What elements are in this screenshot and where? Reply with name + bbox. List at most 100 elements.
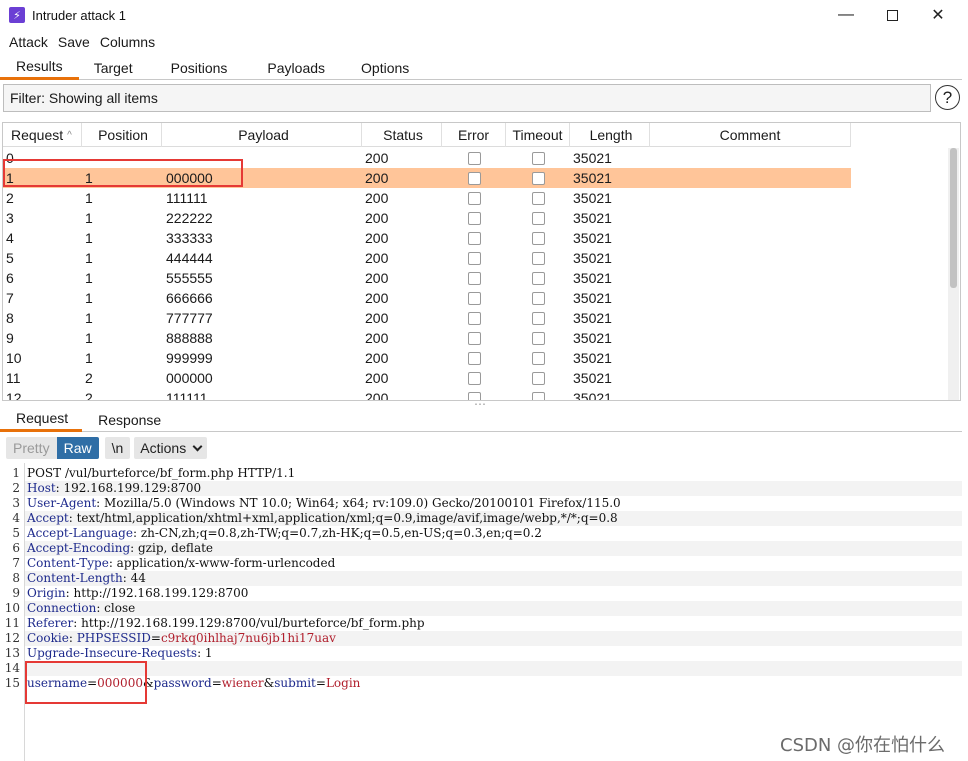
error-checkbox[interactable]	[467, 231, 481, 245]
filter-text: Filter: Showing all items	[10, 90, 158, 106]
table-row[interactable]: 4 1 333333 200 35021	[3, 228, 851, 248]
actions-dropdown[interactable]: Actions	[134, 437, 208, 459]
menu-save[interactable]: Save	[56, 34, 98, 50]
maximize-button[interactable]	[869, 0, 915, 30]
detail-tab-bar: Request Response	[0, 407, 962, 432]
timeout-checkbox[interactable]	[531, 391, 545, 400]
timeout-checkbox[interactable]	[531, 271, 545, 285]
close-button[interactable]: ✕	[915, 0, 961, 30]
table-row[interactable]: 8 1 777777 200 35021	[3, 308, 851, 328]
line-stripe	[25, 661, 962, 676]
header-separator: :	[132, 526, 141, 540]
error-checkbox[interactable]	[467, 171, 481, 185]
timeout-checkbox[interactable]	[531, 231, 545, 245]
line-number: 4	[12, 511, 20, 525]
tab-positions[interactable]: Positions	[153, 55, 252, 80]
filter-bar[interactable]: Filter: Showing all items	[3, 84, 931, 112]
header-name: Origin	[27, 586, 66, 600]
cell-status: 200	[365, 150, 389, 166]
cell-error	[442, 248, 506, 268]
timeout-checkbox[interactable]	[531, 151, 545, 165]
table-row[interactable]: 7 1 666666 200 35021	[3, 288, 851, 308]
error-checkbox[interactable]	[467, 291, 481, 305]
table-row[interactable]: 1 1 000000 200 35021	[3, 168, 851, 188]
header-separator: :	[68, 631, 77, 645]
table-row[interactable]: 9 1 888888 200 35021	[3, 328, 851, 348]
error-checkbox[interactable]	[467, 331, 481, 345]
timeout-checkbox[interactable]	[531, 351, 545, 365]
timeout-checkbox[interactable]	[531, 331, 545, 345]
help-icon[interactable]: ?	[935, 85, 960, 110]
raw-button[interactable]: Raw	[56, 437, 99, 459]
col-header-timeout[interactable]: Timeout	[506, 123, 570, 147]
minimize-button[interactable]: —	[823, 0, 869, 30]
timeout-checkbox[interactable]	[531, 171, 545, 185]
sort-ascending-icon: ^	[67, 129, 72, 141]
cell-payload: 000000	[166, 370, 213, 386]
tab-results[interactable]: Results	[0, 55, 79, 80]
table-row[interactable]: 0 200 35021	[3, 148, 851, 168]
timeout-checkbox[interactable]	[531, 291, 545, 305]
table-row[interactable]: 10 1 999999 200 35021	[3, 348, 851, 368]
table-row[interactable]: 5 1 444444 200 35021	[3, 248, 851, 268]
timeout-checkbox[interactable]	[531, 371, 545, 385]
col-header-error[interactable]: Error	[442, 123, 506, 147]
timeout-checkbox[interactable]	[531, 251, 545, 265]
col-header-comment[interactable]: Comment	[650, 123, 851, 147]
code-line: 13 Upgrade-Insecure-Requests: 1	[0, 646, 213, 661]
tab-response[interactable]: Response	[82, 407, 175, 432]
table-row[interactable]: 12 2 111111 200 35021	[3, 388, 851, 400]
table-scrollbar[interactable]	[948, 148, 959, 400]
error-checkbox[interactable]	[467, 371, 481, 385]
cell-payload: 555555	[166, 270, 213, 286]
param-value: 000000	[97, 676, 143, 690]
pretty-button[interactable]: Pretty	[6, 437, 57, 459]
error-checkbox[interactable]	[467, 191, 481, 205]
col-header-length[interactable]: Length	[570, 123, 650, 147]
cell-comment	[650, 288, 851, 308]
results-table: Request ^ Position Payload Status Error T…	[2, 122, 961, 401]
request-editor[interactable]: 1 POST /vul/burteforce/bf_form.php HTTP/1…	[0, 463, 962, 761]
code-line: 8 Content-Length: 44	[0, 571, 145, 586]
timeout-checkbox[interactable]	[531, 311, 545, 325]
cell-length: 35021	[573, 190, 612, 206]
cell-payload: 000000	[166, 170, 213, 186]
line-number: 3	[12, 496, 20, 510]
cell-comment	[650, 268, 851, 288]
main-tab-bar: Results Target Positions Payloads Option…	[0, 55, 962, 80]
header-value: close	[104, 601, 136, 615]
error-checkbox[interactable]	[467, 271, 481, 285]
cell-comment	[650, 368, 851, 388]
col-header-payload[interactable]: Payload	[162, 123, 362, 147]
timeout-checkbox[interactable]	[531, 191, 545, 205]
menu-attack[interactable]: Attack	[0, 34, 56, 50]
col-header-status[interactable]: Status	[362, 123, 442, 147]
cell-status: 200	[365, 270, 389, 286]
error-checkbox[interactable]	[467, 151, 481, 165]
cell-length: 35021	[573, 170, 612, 186]
code-text: POST /vul/burteforce/bf_form.php HTTP/1.…	[27, 466, 295, 481]
error-checkbox[interactable]	[467, 351, 481, 365]
code-text: Origin: http://192.168.199.129:8700	[27, 586, 248, 601]
col-header-position[interactable]: Position	[82, 123, 162, 147]
code-text: Cookie: PHPSESSID=c9rkq0ihlhaj7nu6jb1hi1…	[27, 631, 336, 646]
scrollbar-thumb[interactable]	[950, 148, 957, 288]
table-row[interactable]: 6 1 555555 200 35021	[3, 268, 851, 288]
tab-payloads[interactable]: Payloads	[251, 55, 345, 80]
tab-target[interactable]: Target	[79, 55, 153, 80]
timeout-checkbox[interactable]	[531, 211, 545, 225]
cell-position: 1	[85, 170, 93, 186]
cell-length: 35021	[573, 150, 612, 166]
tab-options[interactable]: Options	[345, 55, 425, 80]
newline-toggle-button[interactable]: \n	[104, 437, 131, 459]
table-row[interactable]: 3 1 222222 200 35021	[3, 208, 851, 228]
code-line: 6 Accept-Encoding: gzip, deflate	[0, 541, 213, 556]
table-row[interactable]: 2 1 111111 200 35021	[3, 188, 851, 208]
menu-columns[interactable]: Columns	[98, 34, 163, 50]
error-checkbox[interactable]	[467, 311, 481, 325]
col-header-request[interactable]: Request ^	[3, 123, 82, 147]
error-checkbox[interactable]	[467, 251, 481, 265]
error-checkbox[interactable]	[467, 211, 481, 225]
table-row[interactable]: 11 2 000000 200 35021	[3, 368, 851, 388]
tab-request[interactable]: Request	[0, 407, 83, 432]
